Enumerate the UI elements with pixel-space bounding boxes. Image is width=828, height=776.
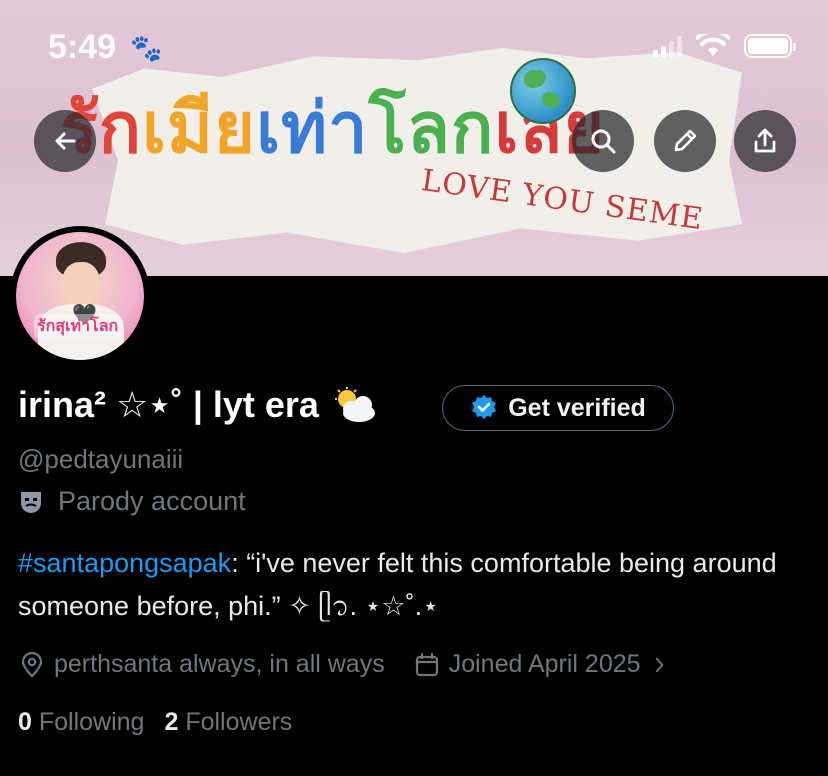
pencil-icon — [674, 129, 697, 152]
battery-icon — [744, 34, 796, 58]
wifi-icon — [696, 34, 730, 56]
signal-icon — [653, 35, 682, 57]
get-verified-label: Get verified — [508, 393, 646, 422]
avatar-image: 🖤 รักสุเท่าโลก — [16, 232, 144, 360]
profile-handle: @pedtayunaiii — [18, 444, 184, 474]
following-link[interactable]: 0 Following — [18, 708, 144, 737]
bio-hashtag-link[interactable]: #santapongsapak — [18, 548, 231, 578]
profile-bio: #santapongsapak: “i've never felt this c… — [18, 542, 808, 628]
edit-button[interactable] — [654, 110, 716, 172]
share-icon — [754, 128, 776, 153]
joined-item[interactable]: Joined April 2025 — [413, 650, 671, 679]
paw-icon: 🐾 — [130, 33, 163, 63]
following-count: 0 — [18, 708, 32, 736]
parody-label-row: Parody account — [18, 486, 246, 517]
joined-text: Joined April 2025 — [448, 650, 641, 678]
arrow-left-icon — [55, 132, 76, 150]
get-verified-button[interactable]: Get verified — [442, 385, 674, 431]
parody-label: Parody account — [58, 486, 246, 516]
location-pin-icon — [21, 651, 43, 678]
share-button[interactable] — [734, 110, 796, 172]
back-button[interactable] — [34, 110, 96, 172]
sun-behind-cloud-icon — [334, 387, 375, 422]
follow-stats: 0 Following 2 Followers — [18, 708, 292, 737]
display-name: irina² ☆⋆˚ | lyt era — [18, 384, 319, 425]
avatar-overlay-text: รักสุเท่าโลก — [34, 314, 122, 339]
location-item: perthsanta always, in all ways — [18, 650, 385, 679]
search-button[interactable] — [572, 110, 634, 172]
theater-mask-icon — [21, 491, 41, 513]
profile-meta-row: perthsanta always, in all ways Joined Ap… — [18, 650, 671, 679]
calendar-icon — [415, 652, 438, 676]
followers-link[interactable]: 2 Followers — [164, 708, 292, 737]
following-label: Following — [38, 708, 145, 736]
status-time: 5:49 — [48, 28, 117, 66]
status-bar: 5:49 🐾 — [0, 0, 828, 90]
location-text: perthsanta always, in all ways — [54, 650, 385, 678]
followers-count: 2 — [164, 708, 179, 736]
search-icon — [591, 129, 616, 154]
chevron-right-icon — [655, 657, 663, 672]
followers-label: Followers — [185, 708, 293, 736]
avatar[interactable]: 🖤 รักสุเท่าโลก — [10, 226, 150, 366]
name-row: irina² ☆⋆˚ | lyt era — [18, 384, 377, 426]
verified-badge-icon — [472, 395, 497, 419]
